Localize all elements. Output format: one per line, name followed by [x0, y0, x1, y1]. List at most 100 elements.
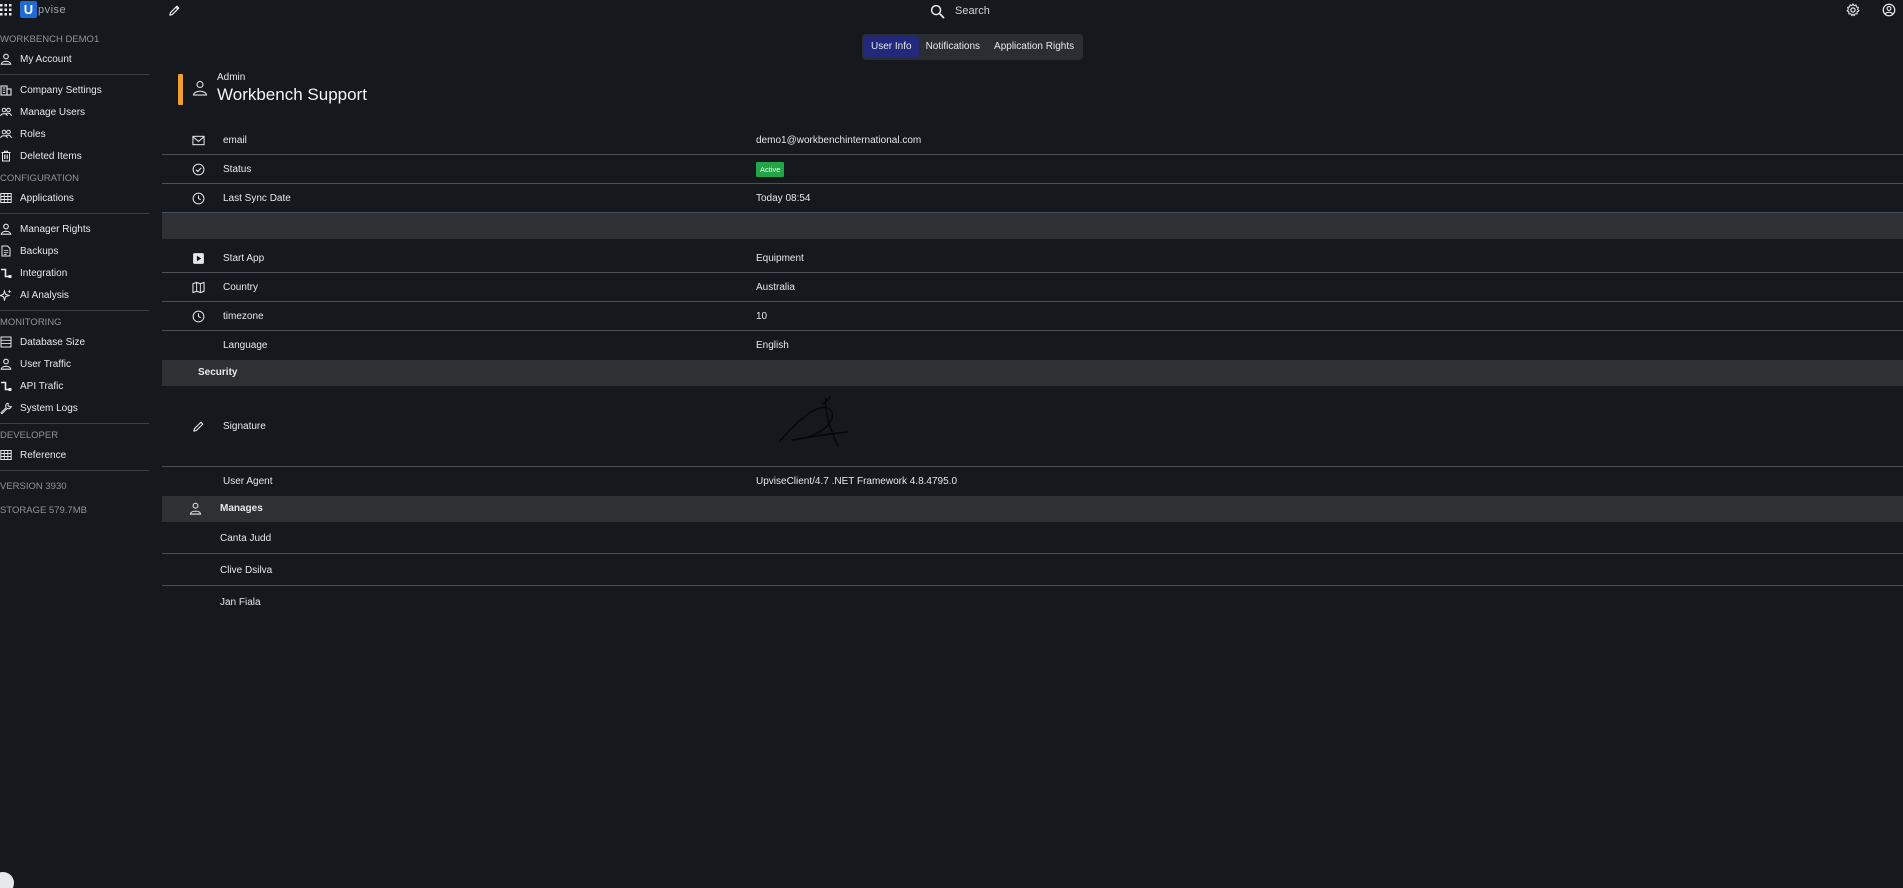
sidebar-item-applications[interactable]: Applications	[0, 187, 149, 209]
search-bar[interactable]	[930, 2, 1105, 20]
field-row-status[interactable]: Status Active	[162, 155, 1903, 184]
accent-bar	[178, 74, 183, 105]
check-circle-icon	[192, 163, 205, 176]
wrench-icon	[0, 402, 12, 414]
building-icon	[0, 85, 12, 96]
field-row-start-app[interactable]: Start App Equipment	[162, 244, 1903, 273]
sidebar-item-label: Backups	[20, 245, 59, 257]
workspace-name: WORKBENCH DEMO1	[0, 34, 100, 45]
sidebar-item-label: Reference	[20, 449, 67, 461]
play-icon	[193, 253, 204, 264]
managed-user-row[interactable]: Clive Dsilva	[162, 554, 1903, 586]
app-logo[interactable]: U pvise	[20, 1, 66, 18]
user-agent-value: UpviseClient/4.7 .NET Framework 4.8.4795…	[756, 476, 958, 487]
sidebar-divider	[0, 470, 149, 471]
trash-icon	[1, 150, 11, 162]
user-icon	[0, 223, 12, 235]
signature-image	[778, 395, 849, 447]
section-separator	[162, 213, 1903, 239]
sidebar-item-integration[interactable]: Integration	[0, 262, 149, 284]
sidebar-item-deleted-items[interactable]: Deleted Items	[0, 145, 149, 167]
mail-icon	[192, 135, 205, 146]
sidebar: WORKBENCH DEMO1 My Account Company Setti…	[0, 32, 149, 523]
sidebar-item-label: System Logs	[20, 402, 78, 414]
sidebar-item-backups[interactable]: Backups	[0, 240, 149, 262]
section-title: Manages	[220, 503, 263, 514]
user-circle-icon[interactable]	[1882, 3, 1896, 17]
sidebar-item-label: Deleted Items	[20, 150, 82, 162]
field-label: Language	[223, 340, 268, 351]
sidebar-item-label: User Traffic	[20, 358, 71, 370]
logo-word: pvise	[38, 3, 67, 16]
users-icon	[0, 129, 12, 139]
field-label: Status	[223, 164, 252, 175]
page-title: Workbench Support	[217, 85, 367, 104]
sidebar-divider	[0, 310, 149, 311]
help-bubble[interactable]	[0, 872, 14, 888]
apps-grid-icon[interactable]	[0, 4, 12, 16]
sidebar-item-ai-analysis[interactable]: AI Analysis	[0, 284, 149, 306]
sidebar-item-label: Database Size	[20, 336, 86, 348]
person-icon	[189, 502, 202, 515]
user-icon	[0, 53, 12, 65]
sidebar-item-my-account[interactable]: My Account	[0, 48, 149, 70]
map-icon	[192, 281, 205, 294]
sidebar-item-manager-rights[interactable]: Manager Rights	[0, 218, 149, 240]
sidebar-item-label: Company Settings	[20, 84, 102, 96]
field-row-country[interactable]: Country Australia	[162, 273, 1903, 302]
sidebar-item-system-logs[interactable]: System Logs	[0, 397, 149, 419]
sparkle-icon	[0, 289, 12, 301]
user-role: Admin	[217, 72, 246, 83]
sidebar-item-manage-users[interactable]: Manage Users	[0, 101, 149, 123]
field-label: Country	[223, 282, 259, 293]
integration-icon	[1, 268, 12, 278]
sidebar-item-roles[interactable]: Roles	[0, 123, 149, 145]
email-value[interactable]: demo1@workbenchinternational.com	[756, 135, 921, 146]
managed-user-row[interactable]: Canta Judd	[162, 522, 1903, 554]
field-row-user-agent: User Agent UpviseClient/4.7 .NET Framewo…	[162, 467, 1903, 496]
sidebar-item-api-traffic[interactable]: API Trafic	[0, 375, 149, 397]
sidebar-item-label: AI Analysis	[20, 289, 69, 301]
sidebar-item-label: Roles	[20, 128, 46, 140]
sidebar-item-database-size[interactable]: Database Size	[0, 331, 149, 353]
field-row-timezone[interactable]: timezone 10	[162, 302, 1903, 331]
sidebar-item-label: Integration	[20, 267, 68, 279]
sidebar-item-label: Applications	[20, 192, 74, 204]
start-app-value: Equipment	[756, 253, 804, 264]
field-row-language[interactable]: Language English	[162, 331, 1903, 360]
storage-label: STORAGE 579.7MB	[0, 505, 87, 516]
list-icon	[0, 336, 12, 348]
user-icon	[0, 358, 12, 370]
pencil-icon[interactable]	[168, 4, 181, 17]
sidebar-item-company-settings[interactable]: Company Settings	[0, 79, 149, 101]
field-label: Last Sync Date	[223, 193, 291, 204]
tab-application-rights[interactable]: Application Rights	[987, 36, 1081, 58]
grid-icon	[0, 450, 12, 460]
managed-user-name: Clive Dsilva	[220, 565, 273, 576]
search-input[interactable]	[955, 5, 1105, 17]
sidebar-divider	[0, 74, 149, 75]
logo-mark: U	[20, 1, 37, 18]
sidebar-item-label: API Trafic	[20, 380, 64, 392]
clock-icon	[192, 310, 205, 323]
sidebar-item-label: Manage Users	[20, 106, 86, 118]
managed-user-row[interactable]: Jan Fiala	[162, 586, 1903, 618]
field-label: Signature	[223, 421, 266, 432]
sidebar-item-label: My Account	[20, 53, 72, 65]
field-row-email[interactable]: email demo1@workbenchinternational.com	[162, 126, 1903, 155]
document-icon	[1, 245, 11, 257]
security-section-header: Security	[162, 360, 1903, 386]
field-row-signature[interactable]: Signature	[162, 386, 1903, 467]
field-row-last-sync: Last Sync Date Today 08:54	[162, 184, 1903, 213]
language-value: English	[756, 340, 789, 351]
country-value: Australia	[756, 282, 795, 293]
gear-icon[interactable]	[1846, 3, 1860, 17]
person-icon	[192, 80, 208, 96]
tab-user-info[interactable]: User Info	[864, 36, 919, 58]
clock-icon	[192, 192, 205, 205]
sidebar-item-reference[interactable]: Reference	[0, 444, 149, 466]
field-label: Start App	[223, 253, 265, 264]
field-label: timezone	[223, 311, 264, 322]
tab-notifications[interactable]: Notifications	[919, 36, 987, 58]
sidebar-item-user-traffic[interactable]: User Traffic	[0, 353, 149, 375]
